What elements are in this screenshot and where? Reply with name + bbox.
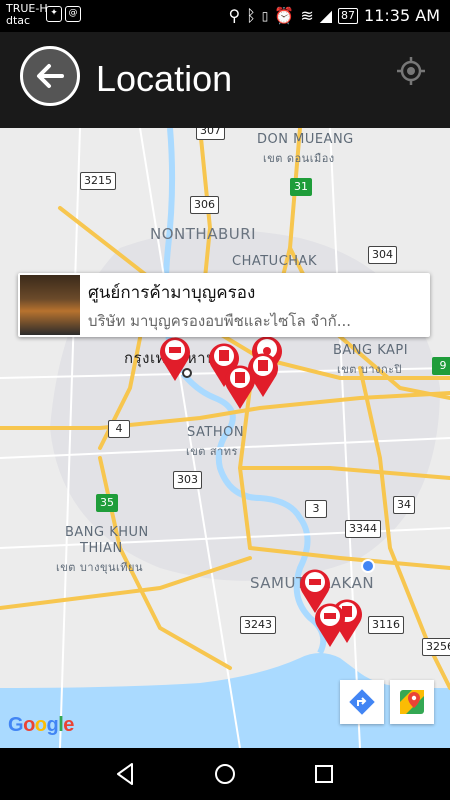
- gps-target-icon[interactable]: [396, 56, 426, 86]
- system-nav-bar: [0, 748, 450, 800]
- route-shield: 34: [393, 496, 415, 514]
- map-pin-car[interactable]: [158, 334, 192, 382]
- map-view[interactable]: DON MUEANG เขต ดอนเมือง NONTHABURI CHATU…: [0, 128, 450, 748]
- place-thumbnail: [20, 275, 80, 335]
- route-shield: 3215: [80, 172, 116, 190]
- carrier-2: dtac: [6, 14, 31, 27]
- directions-button[interactable]: [340, 680, 384, 724]
- clock: 11:35 AM: [364, 6, 440, 25]
- route-shield: 3256: [422, 638, 450, 656]
- back-button[interactable]: [20, 46, 80, 106]
- label-bang-kapi: BANG KAPI: [333, 343, 409, 358]
- signal-icon: ◢: [319, 6, 333, 25]
- route-shield: 304: [368, 246, 397, 264]
- route-shield: 35: [96, 494, 118, 512]
- wifi-icon: ≋: [300, 6, 314, 25]
- alarm-icon: ⏰: [274, 6, 295, 25]
- app-bar: Location: [0, 32, 450, 128]
- label-don-mueang: DON MUEANG: [257, 132, 354, 147]
- label-don-mueang-th: เขต ดอนเมือง: [263, 152, 335, 165]
- route-shield: 3243: [240, 616, 276, 634]
- google-attribution: Google: [8, 714, 74, 736]
- route-shield: 4: [108, 420, 130, 438]
- label-sathon: SATHON: [187, 425, 245, 440]
- route-shield: 303: [173, 471, 202, 489]
- nav-back-icon[interactable]: [112, 760, 140, 788]
- map-pin-bus[interactable]: [223, 362, 257, 410]
- route-shield: 3116: [368, 616, 404, 634]
- info-window-title: ศูนย์การค้ามาบุญครอง: [88, 283, 256, 303]
- carrier-info: TRUE-H dtac: [6, 3, 48, 27]
- label-bang-khun-th: เขต บางขุนเทียน: [56, 561, 143, 574]
- label-nonthaburi: NONTHABURI: [150, 225, 257, 243]
- bluetooth-icon: ᛒ: [246, 6, 256, 25]
- page-title: Location: [96, 58, 233, 99]
- route-shield: 3344: [345, 520, 381, 538]
- route-shield: 31: [290, 178, 312, 196]
- vibrate-icon: ▯: [261, 8, 269, 23]
- route-shield: 307: [196, 128, 225, 140]
- label-bang-khun-2: THIAN: [80, 541, 123, 556]
- status-bar: TRUE-H dtac ✦ @ ⚲ ᛒ ▯ ⏰ ≋ ◢ 87 11:35 AM: [0, 0, 450, 32]
- info-window[interactable]: ศูนย์การค้ามาบุญครอง บริษัท มาบุญครองอบพ…: [18, 273, 430, 337]
- messenger-icon: ✦: [46, 6, 62, 22]
- nav-recents-icon[interactable]: [310, 760, 338, 788]
- label-bang-khun-1: BANG KHUN: [65, 525, 149, 540]
- battery-indicator: 87: [338, 7, 359, 24]
- status-indicators: ⚲ ᛒ ▯ ⏰ ≋ ◢ 87 11:35 AM: [228, 6, 440, 25]
- label-chatuchak: CHATUCHAK: [232, 254, 317, 269]
- email-icon: @: [65, 6, 81, 22]
- route-shield: 306: [190, 196, 219, 214]
- nav-home-icon[interactable]: [211, 760, 239, 788]
- label-bang-kapi-th: เขต บางกะปิ: [337, 363, 403, 376]
- google-maps-icon: [400, 690, 424, 714]
- arrow-back-icon: [37, 64, 64, 88]
- directions-icon: [349, 689, 375, 715]
- map-pin-car[interactable]: [313, 600, 347, 648]
- label-sathon-th: เขต สาทร: [186, 445, 238, 458]
- notification-icons: ✦ @: [46, 6, 81, 22]
- google-maps-button[interactable]: [390, 680, 434, 724]
- route-shield: 3: [305, 500, 327, 518]
- route-shield: 9: [432, 357, 450, 375]
- location-icon: ⚲: [228, 6, 241, 25]
- info-window-subtitle: บริษัท มาบุญครองอบพืชและไซโล จำกั...: [88, 312, 352, 330]
